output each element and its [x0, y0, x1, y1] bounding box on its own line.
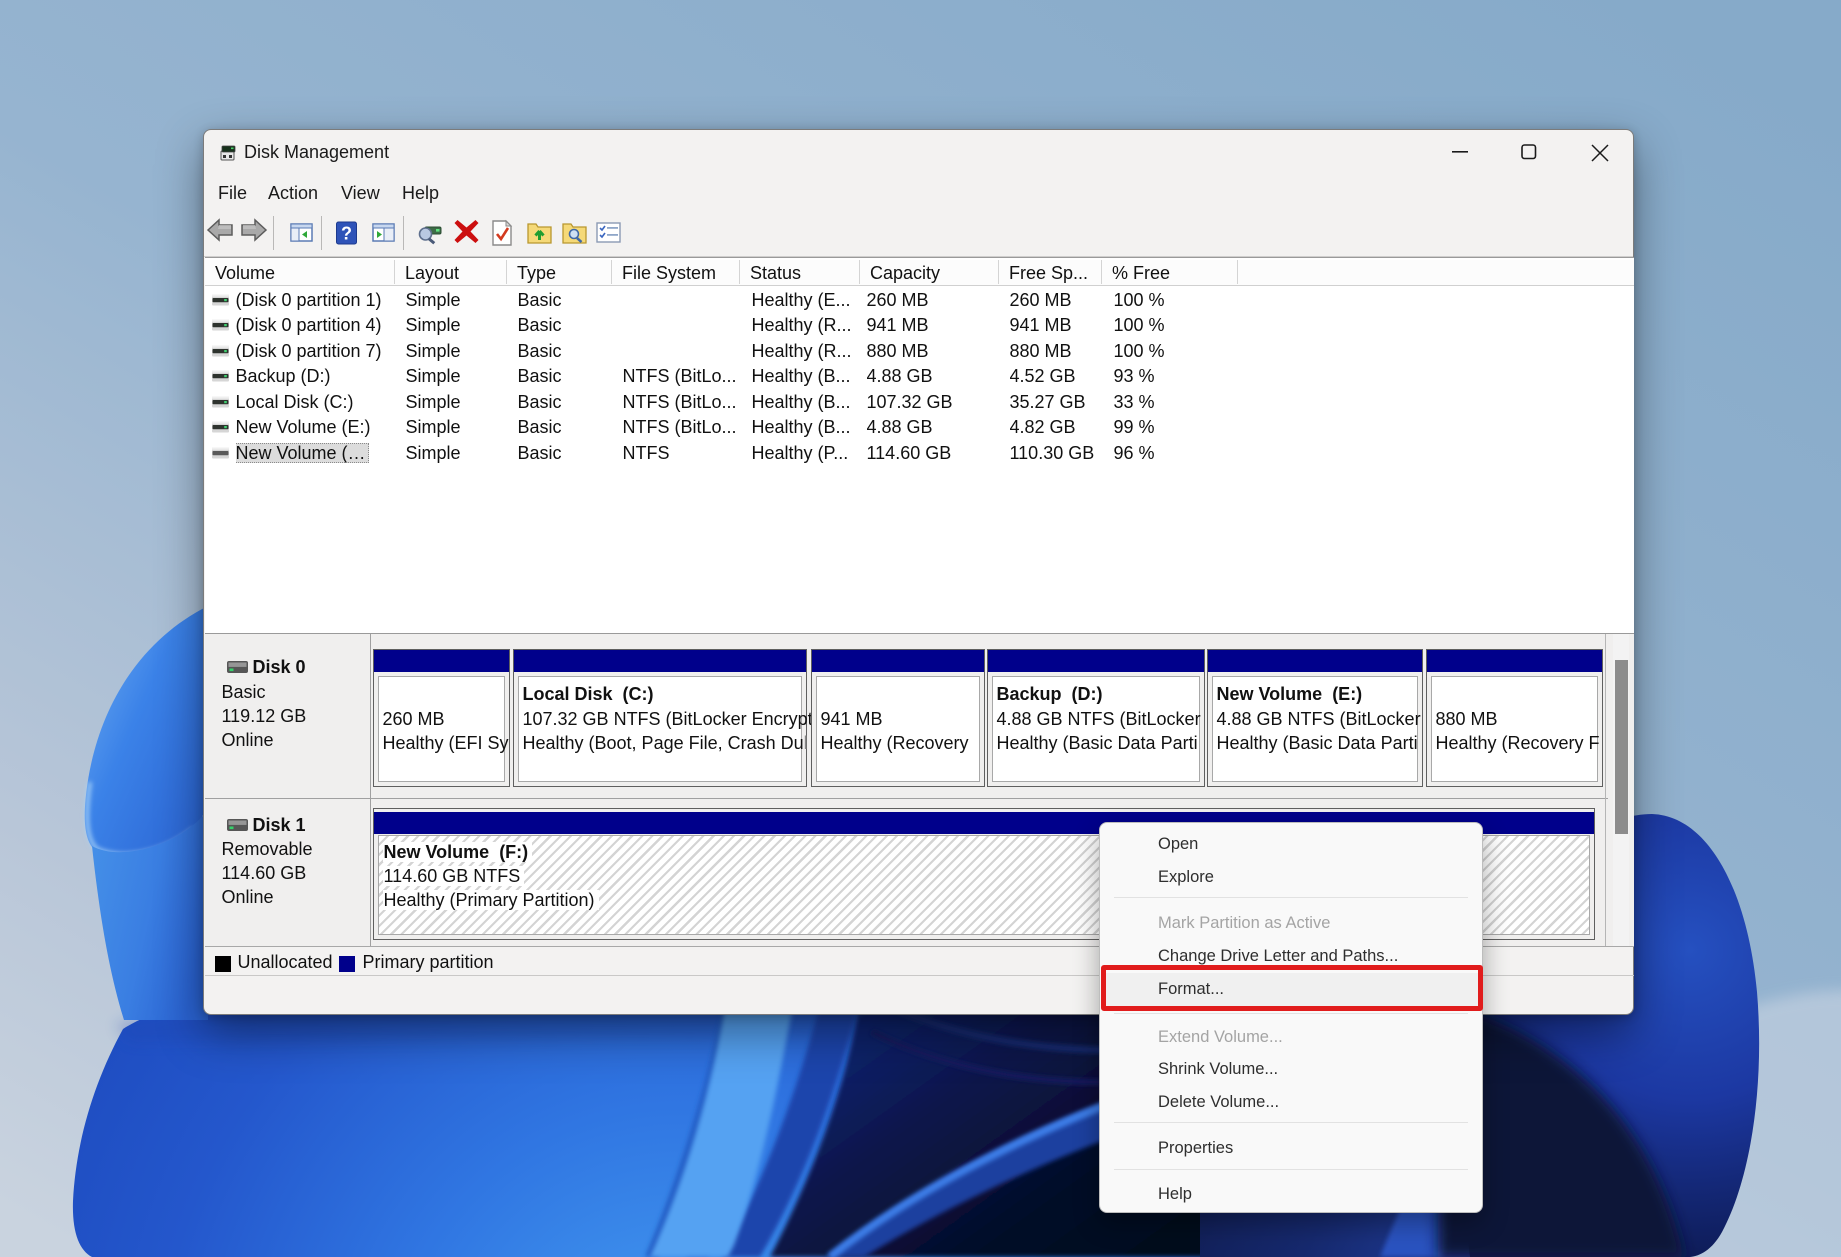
svg-text:?: ? — [341, 224, 352, 244]
